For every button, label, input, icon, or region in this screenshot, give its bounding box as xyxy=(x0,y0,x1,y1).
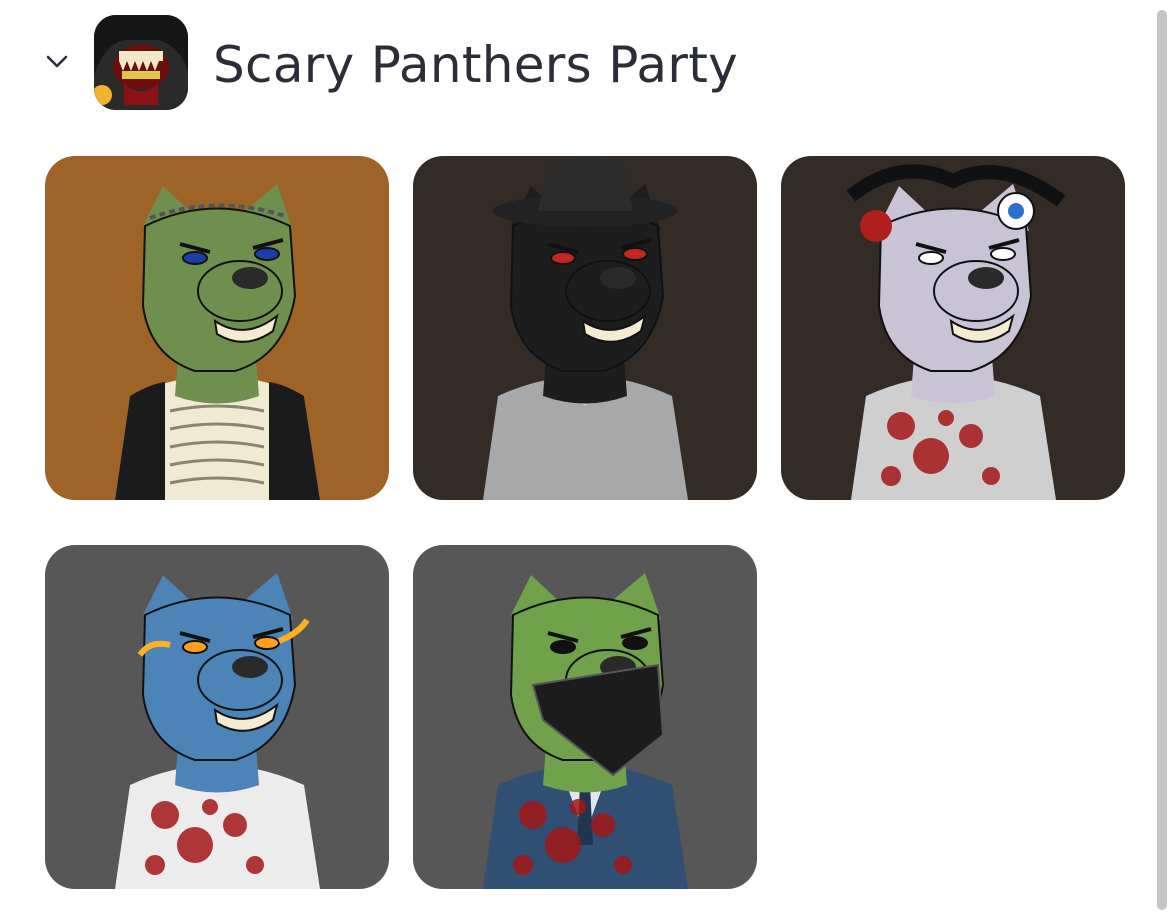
chevron-down-icon[interactable] xyxy=(42,50,72,74)
nft-image xyxy=(413,545,757,889)
nft-card[interactable] xyxy=(45,545,389,889)
nft-image xyxy=(45,156,389,500)
collection-title: Scary Panthers Party xyxy=(213,36,738,94)
nft-image xyxy=(413,156,757,500)
nft-image xyxy=(45,545,389,889)
nft-card[interactable] xyxy=(413,545,757,889)
nft-card[interactable] xyxy=(781,156,1125,500)
scrollbar[interactable] xyxy=(1157,10,1167,910)
nft-card[interactable] xyxy=(413,156,757,500)
collection-header[interactable]: Scary Panthers Party xyxy=(0,0,1150,130)
scary-panther-avatar-icon xyxy=(94,15,188,110)
nft-card[interactable] xyxy=(45,156,389,500)
nft-image xyxy=(781,156,1125,500)
